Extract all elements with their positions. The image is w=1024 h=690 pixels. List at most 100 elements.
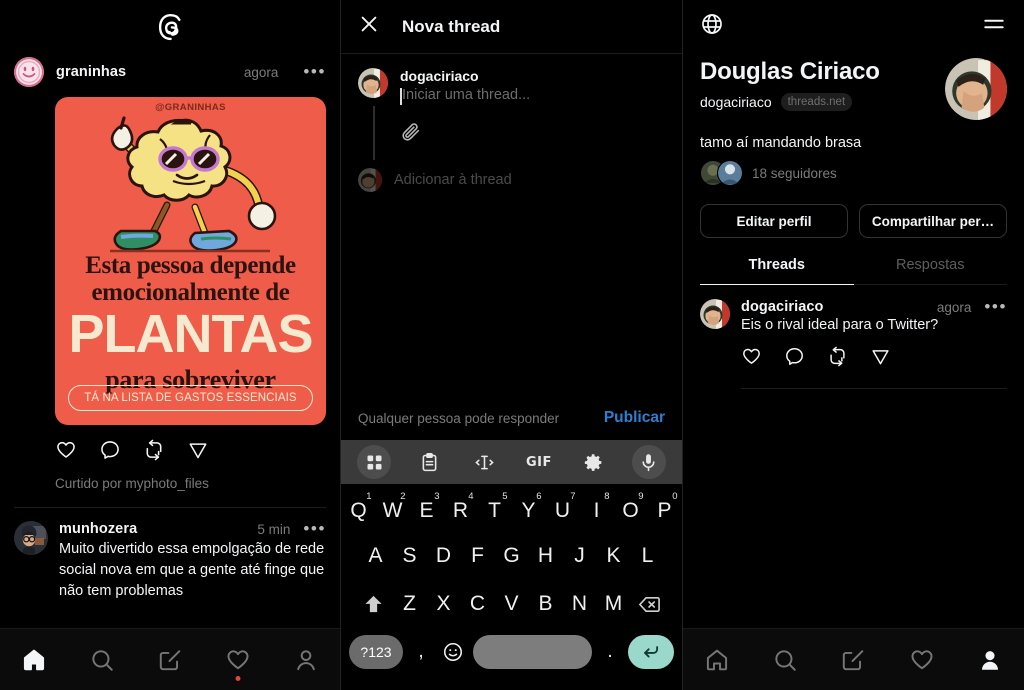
key-j[interactable]: J: [564, 535, 596, 577]
more-options-icon[interactable]: •••: [984, 298, 1007, 315]
profile-post-timestamp: agora: [936, 299, 972, 315]
nav-profile-button[interactable]: [968, 640, 1012, 680]
feed-post-graninhas[interactable]: graninhas agora ••• @GRANINHAS Esta pess…: [0, 54, 340, 508]
repost-icon[interactable]: [143, 439, 165, 466]
like-icon[interactable]: [741, 346, 762, 372]
edit-profile-button[interactable]: Editar perfil: [700, 204, 848, 238]
nav-search-button[interactable]: [763, 640, 807, 680]
reply-permission-label[interactable]: Qualquer pessoa pode responder: [358, 411, 559, 426]
nav-compose-button[interactable]: [831, 640, 875, 680]
nav-activity-button[interactable]: [900, 640, 944, 680]
avatar-dogaciriaco[interactable]: [700, 299, 730, 329]
repost-icon[interactable]: [827, 346, 848, 372]
avatar-dogaciriaco[interactable]: [358, 68, 388, 98]
share-icon[interactable]: [187, 439, 209, 466]
like-icon[interactable]: [55, 439, 77, 466]
microphone-icon[interactable]: [631, 445, 666, 479]
profile-identity-col: Douglas Ciriaco dogaciriaco threads.net: [700, 58, 945, 111]
key-y[interactable]: 6Y: [513, 490, 545, 532]
key-n[interactable]: N: [564, 583, 596, 625]
key-q[interactable]: 1Q: [343, 490, 375, 532]
followers-row[interactable]: 18 seguidores: [700, 160, 1007, 186]
shift-icon[interactable]: [356, 583, 392, 625]
post-username[interactable]: graninhas: [56, 64, 126, 80]
emoji-icon[interactable]: [439, 641, 467, 663]
nav-compose-button[interactable]: [148, 640, 192, 680]
comment-icon[interactable]: [99, 439, 121, 466]
key-sup: 5: [502, 491, 508, 502]
nav-home-button[interactable]: [12, 640, 56, 680]
composer-row[interactable]: dogaciriaco Iniciar uma thread...: [341, 54, 682, 160]
key-f[interactable]: F: [462, 535, 494, 577]
profile-tabs: Threads Respostas: [700, 257, 1007, 285]
text-cursor-icon[interactable]: [467, 445, 501, 479]
profile-info: Douglas Ciriaco dogaciriaco threads.net: [683, 52, 1024, 285]
more-options-icon[interactable]: •••: [303, 63, 326, 80]
key-o[interactable]: 9O: [615, 490, 647, 532]
backspace-icon[interactable]: [632, 583, 668, 625]
post2-username[interactable]: munhozera: [59, 521, 137, 537]
cartoon-brain-mascot-icon: [110, 116, 277, 253]
key-d[interactable]: D: [428, 535, 460, 577]
clipboard-icon[interactable]: [412, 445, 446, 479]
avatar-graninhas[interactable]: [14, 57, 44, 87]
liked-by-text: Curtido por myphoto_files: [55, 476, 209, 491]
key-m[interactable]: M: [598, 583, 630, 625]
feed-post-munhozera[interactable]: munhozera 5 min ••• Muito divertido essa…: [0, 508, 340, 602]
close-icon[interactable]: [358, 13, 380, 40]
space-key[interactable]: [473, 635, 592, 669]
add-to-thread-row[interactable]: Adicionar à thread: [341, 148, 682, 192]
key-v[interactable]: V: [496, 583, 528, 625]
key-w[interactable]: 2W: [377, 490, 409, 532]
key-label: T: [488, 499, 501, 522]
key-h[interactable]: H: [530, 535, 562, 577]
more-options-icon[interactable]: •••: [303, 520, 326, 537]
comma-key[interactable]: ,: [409, 641, 433, 663]
key-sup: 2: [400, 491, 406, 502]
gif-icon[interactable]: GIF: [522, 445, 556, 479]
key-g[interactable]: G: [496, 535, 528, 577]
activity-badge-dot: [235, 675, 241, 681]
profile-bio: tamo aí mandando brasa: [700, 135, 862, 151]
key-t[interactable]: 5T: [479, 490, 511, 532]
key-a[interactable]: A: [360, 535, 392, 577]
key-c[interactable]: C: [462, 583, 494, 625]
key-z[interactable]: Z: [394, 583, 426, 625]
key-s[interactable]: S: [394, 535, 426, 577]
enter-icon[interactable]: [628, 635, 674, 669]
grid-apps-icon[interactable]: [357, 445, 392, 479]
key-k[interactable]: K: [598, 535, 630, 577]
profile-post-username[interactable]: dogaciriaco: [741, 299, 824, 315]
hamburger-menu-icon[interactable]: [981, 11, 1007, 42]
publish-button[interactable]: Publicar: [604, 409, 665, 427]
nav-activity-button[interactable]: [216, 640, 260, 681]
avatar-dogaciriaco[interactable]: [945, 58, 1007, 120]
key-b[interactable]: B: [530, 583, 562, 625]
key-x[interactable]: X: [428, 583, 460, 625]
key-i[interactable]: 8I: [581, 490, 613, 532]
share-profile-button[interactable]: Compartilhar per…: [859, 204, 1007, 238]
avatar-munhozera[interactable]: [14, 521, 48, 555]
share-icon[interactable]: [870, 346, 891, 372]
period-key[interactable]: .: [598, 641, 622, 663]
nav-search-button[interactable]: [80, 640, 124, 680]
profile-post[interactable]: dogaciriaco agora ••• Eis o rival ideal …: [683, 285, 1024, 389]
tab-threads[interactable]: Threads: [700, 257, 854, 285]
tab-respostas[interactable]: Respostas: [854, 257, 1008, 285]
nav-home-button[interactable]: [695, 640, 739, 680]
key-p[interactable]: 0P: [649, 490, 681, 532]
globe-icon[interactable]: [700, 12, 724, 41]
profile-post-text: Eis o rival ideal para o Twitter?: [741, 317, 939, 333]
numeric-key[interactable]: ?123: [349, 635, 403, 669]
key-e[interactable]: 3E: [411, 490, 443, 532]
nav-profile-button[interactable]: [284, 640, 328, 680]
key-label: P: [657, 499, 672, 522]
key-u[interactable]: 7U: [547, 490, 579, 532]
paperclip-icon[interactable]: [400, 121, 665, 148]
key-l[interactable]: L: [632, 535, 664, 577]
key-r[interactable]: 4R: [445, 490, 477, 532]
composer-placeholder[interactable]: Iniciar uma thread...: [400, 87, 665, 105]
gear-icon[interactable]: [577, 445, 611, 479]
post-image-card[interactable]: @GRANINHAS Esta pessoa depende emocional…: [55, 97, 326, 425]
comment-icon[interactable]: [784, 346, 805, 372]
